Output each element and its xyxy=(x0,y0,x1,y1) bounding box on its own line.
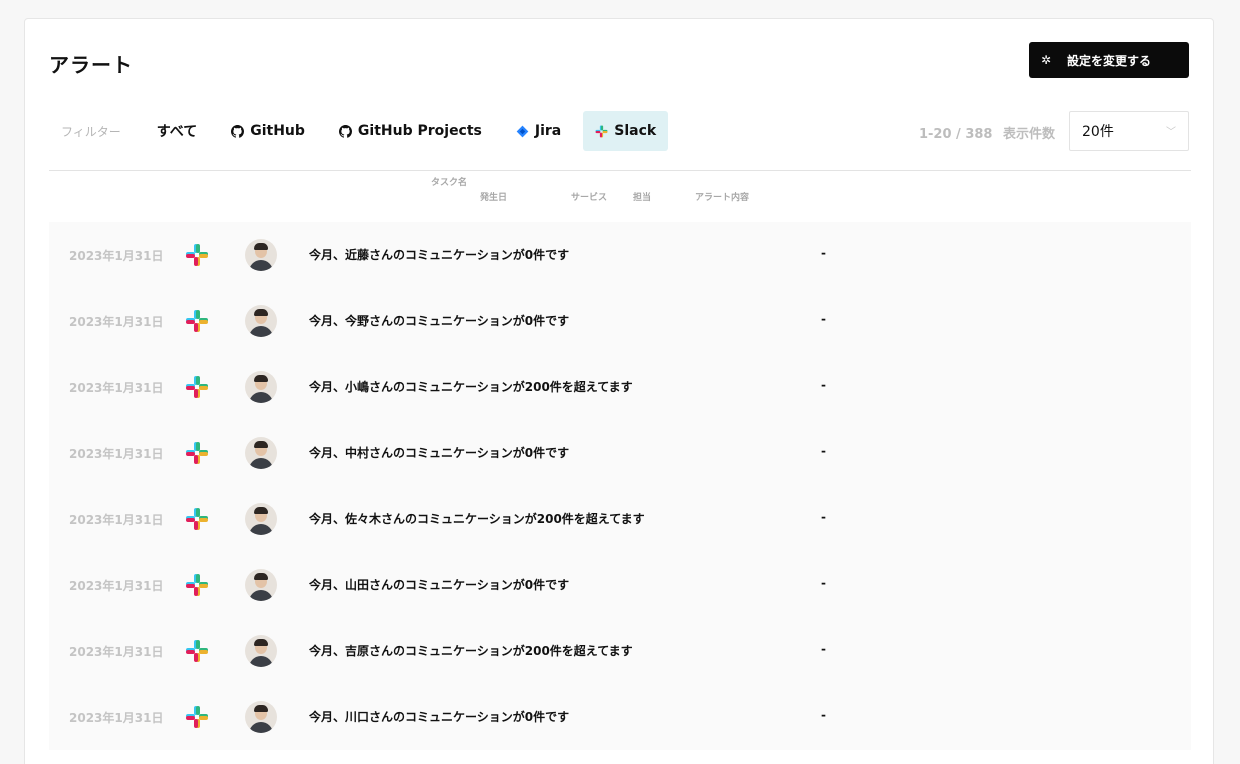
tab-github[interactable]: GitHub xyxy=(219,111,317,151)
pagination-summary: 1-20 / 388 表示件数 xyxy=(919,123,1055,142)
alert-content: - xyxy=(821,378,826,392)
alert-task-name: 今月、近藤さんのコミュニケーションが0件です xyxy=(309,248,570,262)
slack-icon xyxy=(186,310,208,332)
avatar xyxy=(245,305,277,337)
avatar xyxy=(245,437,277,469)
alert-date: 2023年1月31日 xyxy=(69,315,164,329)
table-row[interactable]: 2023年1月31日 今月、中村さんのコミュニケーションが0件です - xyxy=(49,420,1191,486)
tab-label: GitHub xyxy=(250,123,305,139)
alert-task-name: 今月、吉原さんのコミュニケーションが200件を超えてます xyxy=(309,644,633,658)
slack-icon xyxy=(186,442,208,464)
alert-task-name: 今月、中村さんのコミュニケーションが0件です xyxy=(309,446,570,460)
alert-task-name: 今月、小嶋さんのコミュニケーションが200件を超えてます xyxy=(309,380,633,394)
header-assignee: 担当 xyxy=(633,193,652,203)
header-date: 発生日 xyxy=(480,193,508,203)
github-icon xyxy=(338,124,352,138)
alert-table: 2023年1月31日 今月、近藤さんのコミュニケーションが0件です - 2023… xyxy=(49,222,1191,750)
avatar xyxy=(245,569,277,601)
alert-date: 2023年1月31日 xyxy=(69,513,164,527)
tab-slack[interactable]: Slack xyxy=(583,111,669,151)
table-row[interactable]: 2023年1月31日 今月、川口さんのコミュニケーションが0件です - xyxy=(49,684,1191,750)
avatar xyxy=(245,701,277,733)
slack-icon xyxy=(186,706,208,728)
alert-date: 2023年1月31日 xyxy=(69,711,164,725)
change-settings-button[interactable]: ✲ 設定を変更する xyxy=(1029,42,1189,78)
chevron-down-icon: ﹀ xyxy=(1166,127,1176,138)
avatar xyxy=(245,635,277,667)
tab-label: Slack xyxy=(614,123,657,139)
header-content: アラート内容 xyxy=(695,193,750,203)
table-row[interactable]: 2023年1月31日 今月、吉原さんのコミュニケーションが200件を超えてます … xyxy=(49,618,1191,684)
page-size-value: 20件 xyxy=(1082,124,1114,140)
slack-icon xyxy=(186,574,208,596)
table-row[interactable]: 2023年1月31日 今月、山田さんのコミュニケーションが0件です - xyxy=(49,552,1191,618)
avatar xyxy=(245,371,277,403)
page-size-select[interactable]: 20件 ﹀ xyxy=(1069,111,1189,151)
alert-content: - xyxy=(821,444,826,458)
divider xyxy=(49,170,1191,171)
slack-icon xyxy=(595,125,608,137)
avatar xyxy=(245,503,277,535)
filter-label: フィルター xyxy=(61,124,121,139)
pagination-range: 1-20 / 388 xyxy=(918,127,993,142)
slack-icon xyxy=(186,244,208,266)
alert-content: - xyxy=(821,510,826,524)
alerts-panel: アラート ✲ 設定を変更する フィルター すべて GitHub GitHub P… xyxy=(24,18,1214,764)
alert-task-name: 今月、川口さんのコミュニケーションが0件です xyxy=(309,710,570,724)
table-row[interactable]: 2023年1月31日 今月、近藤さんのコミュニケーションが0件です - xyxy=(49,222,1191,288)
slack-icon xyxy=(186,508,208,530)
avatar xyxy=(245,239,277,271)
page-title: アラート xyxy=(49,53,133,77)
tab-label: すべて xyxy=(156,124,198,140)
table-row[interactable]: 2023年1月31日 今月、小嶋さんのコミュニケーションが200件を超えてます … xyxy=(49,354,1191,420)
table-row[interactable]: 2023年1月31日 今月、佐々木さんのコミュニケーションが200件を超えてます… xyxy=(49,486,1191,552)
alert-content: - xyxy=(821,576,826,590)
alert-content: - xyxy=(821,312,826,326)
header-task: タスク名 xyxy=(431,178,468,188)
tab-jira[interactable]: Jira xyxy=(504,111,573,151)
header-service: サービス xyxy=(571,193,608,203)
alert-task-name: 今月、今野さんのコミュニケーションが0件です xyxy=(309,314,570,328)
tab-all[interactable]: すべて xyxy=(145,111,209,151)
alert-date: 2023年1月31日 xyxy=(69,579,164,593)
alert-content: - xyxy=(821,708,826,722)
alert-date: 2023年1月31日 xyxy=(69,645,164,659)
filter-bar: フィルター すべて GitHub GitHub Projects Jira Sl… xyxy=(49,111,678,151)
tab-label: Jira xyxy=(534,123,562,139)
alert-task-name: 今月、佐々木さんのコミュニケーションが200件を超えてます xyxy=(309,512,645,526)
github-icon xyxy=(231,124,245,138)
alert-date: 2023年1月31日 xyxy=(69,249,164,263)
alert-date: 2023年1月31日 xyxy=(69,381,164,395)
alert-date: 2023年1月31日 xyxy=(69,447,164,461)
page-size-label: 表示件数 xyxy=(1002,127,1055,142)
alert-content: - xyxy=(821,642,826,656)
alert-content: - xyxy=(821,246,826,260)
slack-icon xyxy=(186,376,208,398)
change-settings-label: 設定を変更する xyxy=(1066,53,1151,68)
tab-github-projects[interactable]: GitHub Projects xyxy=(327,111,494,151)
table-row[interactable]: 2023年1月31日 今月、今野さんのコミュニケーションが0件です - xyxy=(49,288,1191,354)
alert-task-name: 今月、山田さんのコミュニケーションが0件です xyxy=(309,578,570,592)
slack-icon xyxy=(186,640,208,662)
gear-icon: ✲ xyxy=(1041,53,1052,67)
tab-label: GitHub Projects xyxy=(357,123,482,139)
jira-icon xyxy=(516,125,529,137)
